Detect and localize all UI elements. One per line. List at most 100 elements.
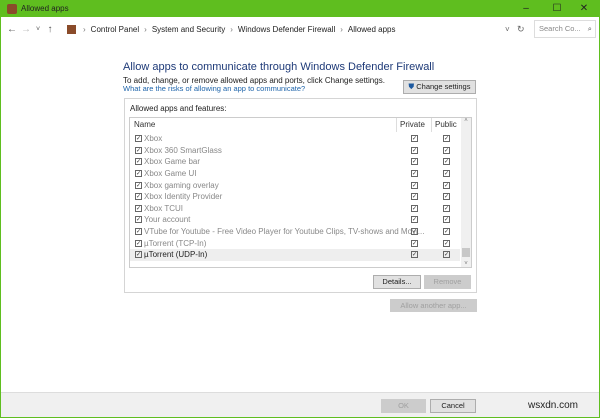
allow-another-app-button[interactable]: Allow another app... [390, 299, 477, 312]
search-placeholder: Search Co... [539, 24, 581, 33]
panel-label: Allowed apps and features: [130, 104, 227, 113]
breadcrumb-control-panel[interactable]: Control Panel [91, 25, 139, 34]
app-enabled-checkbox[interactable]: ✓ [135, 193, 142, 201]
public-checkbox[interactable]: ✓ [443, 181, 450, 189]
app-name: µTorrent (TCP-In) [144, 238, 207, 248]
private-checkbox[interactable]: ✓ [411, 251, 418, 259]
breadcrumb-system-security[interactable]: System and Security [152, 25, 225, 34]
app-row[interactable]: ✓ Xbox Game bar ✓ ✓ [130, 156, 460, 168]
breadcrumb-separator: › [144, 24, 147, 34]
address-bar: ← → ˅ ↑ › Control Panel › System and Sec… [1, 19, 599, 39]
window: Allowed apps – ☐ ✕ ← → ˅ ↑ › Control Pan… [1, 0, 599, 417]
app-name: Xbox gaming overlay [144, 180, 219, 190]
column-public[interactable]: Public [435, 120, 457, 132]
back-button[interactable]: ← [5, 24, 19, 35]
remove-button[interactable]: Remove [424, 275, 471, 289]
public-checkbox[interactable]: ✓ [443, 135, 450, 143]
breadcrumb-firewall[interactable]: Windows Defender Firewall [238, 25, 335, 34]
breadcrumb[interactable]: › Control Panel › System and Security › … [67, 20, 521, 38]
app-name: µTorrent (UDP-In) [144, 250, 208, 260]
app-enabled-checkbox[interactable]: ✓ [135, 204, 142, 212]
public-checkbox[interactable]: ✓ [443, 146, 450, 154]
app-name: Xbox TCUI [144, 203, 183, 213]
app-enabled-checkbox[interactable]: ✓ [135, 216, 142, 224]
app-enabled-checkbox[interactable]: ✓ [135, 170, 142, 178]
refresh-icon[interactable]: ↻ [517, 24, 525, 35]
dialog-footer: OK Cancel [1, 392, 599, 417]
public-checkbox[interactable]: ✓ [443, 158, 450, 166]
private-checkbox[interactable]: ✓ [411, 146, 418, 154]
breadcrumb-separator: › [340, 24, 343, 34]
minimize-button[interactable]: – [513, 0, 539, 17]
app-name: Xbox 360 SmartGlass [144, 145, 222, 155]
risks-link[interactable]: What are the risks of allowing an app to… [123, 84, 305, 93]
page-title: Allow apps to communicate through Window… [123, 61, 435, 73]
app-name: Xbox Game bar [144, 157, 201, 167]
public-checkbox[interactable]: ✓ [443, 239, 450, 247]
private-checkbox[interactable]: ✓ [411, 158, 418, 166]
control-panel-icon [67, 24, 76, 34]
app-name: Your account [144, 215, 191, 225]
app-row[interactable]: ✓ Xbox 360 SmartGlass ✓ ✓ [130, 145, 460, 157]
app-enabled-checkbox[interactable]: ✓ [135, 251, 142, 259]
app-row[interactable]: ✓ Xbox gaming overlay ✓ ✓ [130, 179, 460, 191]
private-checkbox[interactable]: ✓ [411, 181, 418, 189]
app-row[interactable]: ✓ Your account ✓ ✓ [130, 214, 460, 226]
private-checkbox[interactable]: ✓ [411, 239, 418, 247]
column-divider [431, 118, 432, 132]
change-settings-button[interactable]: ⛊ Change settings [403, 80, 476, 94]
public-checkbox[interactable]: ✓ [443, 193, 450, 201]
public-checkbox[interactable]: ✓ [443, 204, 450, 212]
address-dropdown-icon[interactable]: ˅ [505, 25, 510, 34]
scrollbar-thumb[interactable] [462, 248, 470, 257]
app-row[interactable]: ✓ Xbox Identity Provider ✓ ✓ [130, 191, 460, 203]
public-checkbox[interactable]: ✓ [443, 170, 450, 178]
private-checkbox[interactable]: ✓ [411, 216, 418, 224]
private-checkbox[interactable]: ✓ [411, 204, 418, 212]
public-checkbox[interactable]: ✓ [443, 251, 450, 259]
search-input[interactable]: Search Co... ⌕ [534, 20, 596, 38]
window-title: Allowed apps [21, 4, 69, 13]
scroll-up-icon[interactable]: ˄ [461, 118, 471, 124]
firewall-icon [7, 3, 17, 14]
up-button[interactable]: ↑ [43, 24, 57, 35]
ok-button[interactable]: OK [381, 399, 426, 413]
app-enabled-checkbox[interactable]: ✓ [135, 146, 142, 154]
cancel-button[interactable]: Cancel [430, 399, 476, 413]
maximize-button[interactable]: ☐ [544, 0, 570, 17]
details-button[interactable]: Details... [373, 275, 421, 289]
app-row[interactable]: ✓ Xbox Game UI ✓ ✓ [130, 168, 460, 180]
column-private[interactable]: Private [400, 120, 425, 132]
public-checkbox[interactable]: ✓ [443, 228, 450, 236]
app-row[interactable]: ✓ µTorrent (UDP-In) ✓ ✓ [130, 249, 460, 261]
private-checkbox[interactable]: ✓ [411, 193, 418, 201]
scroll-down-icon[interactable]: ˅ [461, 261, 471, 267]
app-row[interactable]: ✓ µTorrent (TCP-In) ✓ ✓ [130, 237, 460, 249]
column-divider [396, 118, 397, 132]
allowed-apps-panel: Allowed apps and features: Name Private … [124, 98, 477, 293]
private-checkbox[interactable]: ✓ [411, 135, 418, 143]
app-row[interactable]: ✓ Xbox ✓ ✓ [130, 133, 460, 145]
app-enabled-checkbox[interactable]: ✓ [135, 158, 142, 166]
app-enabled-checkbox[interactable]: ✓ [135, 181, 142, 189]
app-enabled-checkbox[interactable]: ✓ [135, 135, 142, 143]
forward-button[interactable]: → [19, 24, 33, 35]
app-name: Xbox [144, 134, 163, 144]
app-enabled-checkbox[interactable]: ✓ [135, 228, 142, 236]
app-enabled-checkbox[interactable]: ✓ [135, 239, 142, 247]
scrollbar[interactable]: ˄ ˅ [461, 118, 471, 267]
private-checkbox[interactable]: ✓ [411, 228, 418, 236]
column-name[interactable]: Name [134, 120, 155, 132]
app-row[interactable]: ✓ VTube for Youtube - Free Video Player f… [130, 226, 460, 238]
app-row[interactable]: ✓ Xbox TCUI ✓ ✓ [130, 203, 460, 215]
app-name: VTube for Youtube - Free Video Player fo… [144, 227, 425, 237]
public-checkbox[interactable]: ✓ [443, 216, 450, 224]
breadcrumb-allowed-apps[interactable]: Allowed apps [348, 25, 396, 34]
breadcrumb-separator: › [230, 24, 233, 34]
watermark: wsxdn.com [528, 400, 579, 411]
title-bar: Allowed apps – ☐ ✕ [1, 0, 599, 17]
private-checkbox[interactable]: ✓ [411, 170, 418, 178]
close-button[interactable]: ✕ [571, 0, 597, 17]
recent-locations-button[interactable]: ˅ [33, 26, 43, 33]
app-name: Xbox Identity Provider [144, 192, 223, 202]
